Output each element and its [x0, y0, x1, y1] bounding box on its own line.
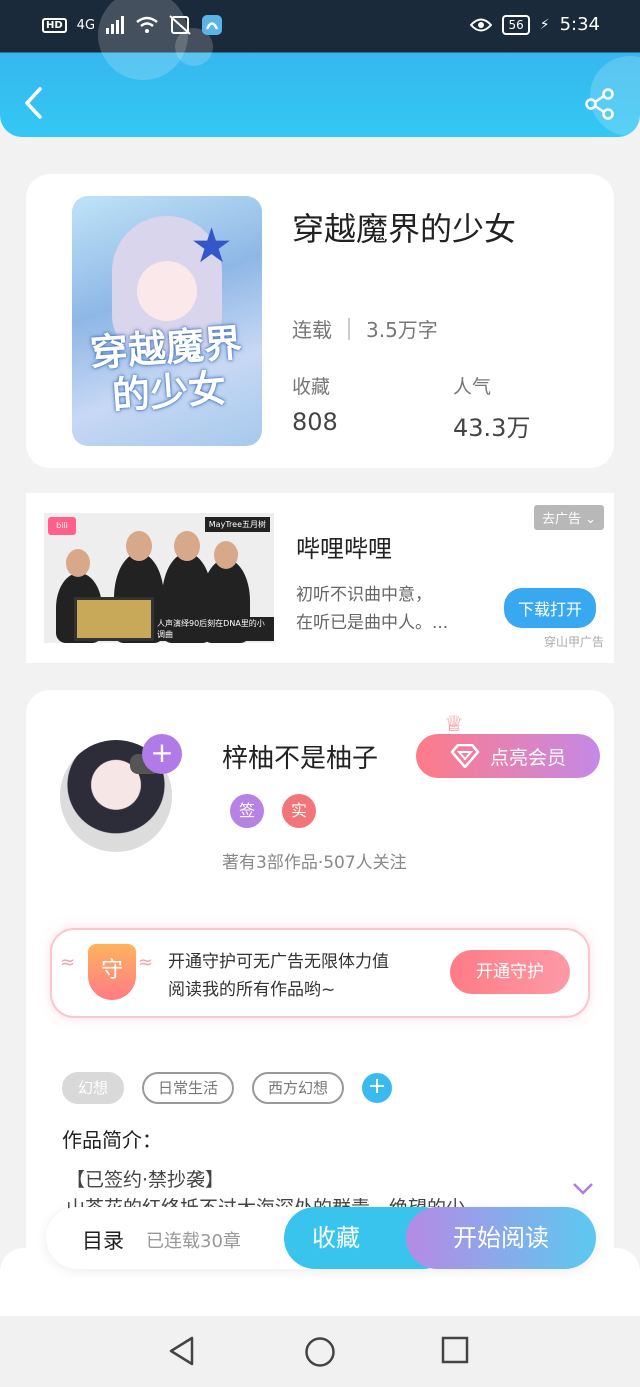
meta-divider [348, 317, 350, 340]
wing-icon: ≈ [138, 952, 154, 973]
status-bar: HD 4G 56 ⚡ 5:34 [0, 0, 640, 52]
author-name[interactable]: 梓柚不是柚子 [222, 738, 378, 775]
signed-badge: 签 [230, 794, 264, 828]
ad-person-head [126, 531, 152, 561]
guard-promo-text: 开通守护可无广告无限体力值 阅读我的所有作品哟~ [168, 948, 389, 1004]
ad-person-head [174, 531, 200, 561]
plus-icon: + [367, 1074, 387, 1099]
charging-icon: ⚡ [539, 16, 550, 33]
ad-laptop [74, 597, 154, 641]
open-guard-button[interactable]: 开通守护 [450, 950, 570, 994]
verified-badge: 实 [282, 794, 316, 828]
author-stats: 著有3部作品·507人关注 [222, 853, 407, 873]
app-notification-icon [202, 15, 223, 35]
favorites-label: 收藏 [292, 376, 331, 398]
ad-desc-line: 在听已是曲中人。... [296, 613, 449, 633]
book-title: 穿越魔界的少女 [292, 210, 517, 248]
ad-image[interactable]: bili MayTree五月树 人声演绎90后刻在DNA里的小调曲 [44, 513, 274, 643]
synopsis-label: 作品简介： [62, 1128, 162, 1152]
vip-membership-button[interactable]: 点亮会员 [416, 734, 600, 778]
diamond-icon [450, 744, 480, 768]
ad-person-head [66, 549, 90, 577]
book-meta: 连载 3.5万字 [292, 314, 438, 343]
eye-comfort-icon [470, 18, 493, 31]
no-sim-icon [169, 15, 191, 35]
table-of-contents-button[interactable]: 目录 [82, 1225, 124, 1255]
cover-art-face [137, 261, 197, 321]
back-button[interactable] [22, 86, 46, 124]
add-tag-button[interactable]: + [362, 1073, 393, 1103]
share-icon [585, 88, 614, 120]
square-recents-icon [441, 1336, 469, 1364]
follow-author-button[interactable]: + [142, 734, 182, 774]
app-header: HD 4G 56 ⚡ 5:34 [0, 0, 640, 137]
ad-download-button[interactable]: 下载打开 [503, 588, 596, 628]
clock: 5:34 [559, 14, 600, 35]
ad-desc-line: 初听不识曲中意， [296, 585, 432, 605]
cover-title: 穿越魔界的少女 [88, 319, 244, 418]
guard-promo-line: 开通守护可无广告无限体力值 [168, 952, 389, 972]
popularity-count: 43.3万 [453, 414, 531, 442]
chevron-down-icon: ⌄ [585, 512, 596, 527]
chevron-down-icon [573, 1183, 593, 1195]
ad-source: 穿山甲广告 [543, 635, 604, 649]
start-reading-button[interactable]: 开始阅读 [406, 1207, 596, 1269]
chapter-count: 已连载30章 [146, 1231, 241, 1252]
ad-image-caption: 人声演绎90后刻在DNA里的小调曲 [154, 617, 274, 641]
system-nav-bar [0, 1316, 640, 1387]
remove-ad-button[interactable]: 去广告 ⌄ [533, 505, 604, 530]
bilibili-logo: bili [48, 517, 76, 535]
vip-label: 点亮会员 [489, 746, 566, 769]
back-arrow-icon [25, 87, 42, 119]
expand-synopsis-button[interactable] [572, 1180, 594, 1201]
remove-ad-label: 去广告 [541, 512, 581, 527]
action-bar: 目录 已连载30章 收藏 开始阅读 [46, 1207, 596, 1269]
battery-level: 56 [502, 14, 530, 35]
word-count: 3.5万字 [366, 318, 438, 342]
ad-banner[interactable]: bili MayTree五月树 人声演绎90后刻在DNA里的小调曲 哔哩哔哩 初… [26, 493, 614, 663]
nav-recents-button[interactable] [441, 1336, 469, 1368]
wifi-icon [136, 16, 158, 33]
book-info-card: ★ 穿越魔界的少女 穿越魔界的少女 连载 3.5万字 收藏 808 人气 43.… [26, 174, 614, 468]
nav-back-button[interactable] [168, 1336, 196, 1370]
circle-home-icon [305, 1337, 335, 1367]
ad-title: 哔哩哔哩 [296, 535, 392, 563]
ad-person-head [214, 541, 238, 569]
guard-promo: ≈ 守 ≈ 开通守护可无广告无限体力值 阅读我的所有作品哟~ 开通守护 [50, 928, 590, 1018]
author-card: + 梓柚不是柚子 ♕ 点亮会员 签 实 著有3部作品·507人关注 ≈ 守 ≈ … [26, 690, 614, 1290]
ad-image-banner: MayTree五月树 [204, 517, 270, 532]
plus-icon: + [150, 736, 174, 769]
tag[interactable]: 幻想 [62, 1072, 125, 1104]
book-cover[interactable]: ★ 穿越魔界的少女 [72, 196, 262, 446]
nav-home-button[interactable] [304, 1336, 336, 1372]
hd-indicator: HD [42, 17, 67, 33]
share-button[interactable] [584, 88, 616, 124]
network-type: 4G [76, 17, 96, 33]
serial-status: 连载 [292, 318, 332, 342]
guard-shield-icon: 守 [88, 944, 136, 1000]
tag[interactable]: 日常生活 [142, 1072, 235, 1104]
tag-list: 幻想 日常生活 西方幻想 + [62, 1072, 393, 1104]
wing-icon: ≈ [60, 952, 76, 973]
tag[interactable]: 西方幻想 [252, 1072, 345, 1104]
synopsis-line: 【已签约·禁抄袭】 [66, 1169, 225, 1191]
star-icon: ★ [190, 218, 234, 274]
ad-description: 初听不识曲中意， 在听已是曲中人。... [296, 581, 486, 637]
triangle-back-icon [169, 1336, 194, 1366]
signal-icon [106, 16, 125, 34]
guard-promo-line: 阅读我的所有作品哟~ [168, 980, 336, 1000]
favorites-count: 808 [292, 408, 338, 436]
popularity-label: 人气 [453, 376, 492, 398]
